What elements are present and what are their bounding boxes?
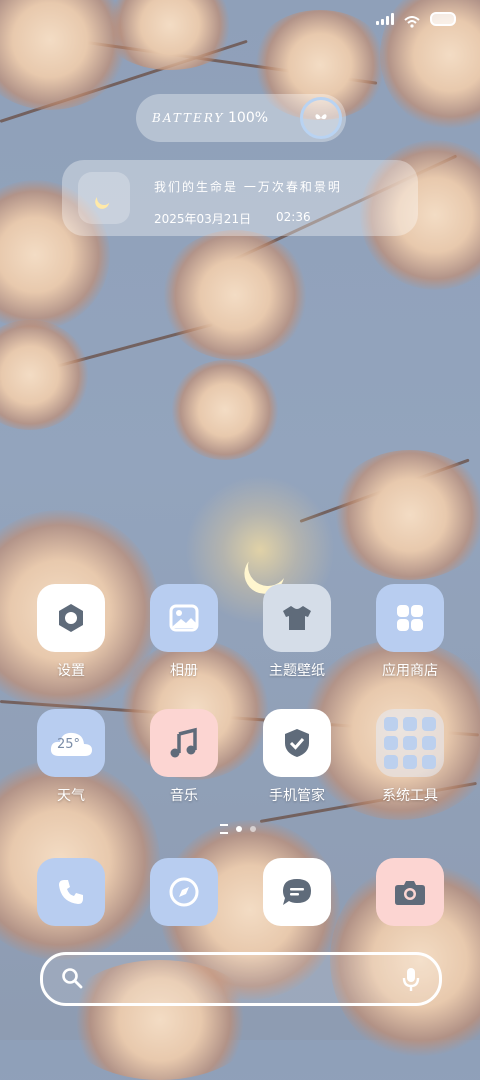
music-icon bbox=[150, 709, 218, 777]
app-security[interactable]: 手机管家 bbox=[252, 709, 342, 805]
battery-widget[interactable]: BATTERY 100% bbox=[136, 94, 346, 142]
system-tools-folder bbox=[376, 709, 444, 777]
app-music[interactable]: 音乐 bbox=[139, 709, 229, 805]
search-bar[interactable] bbox=[40, 952, 442, 1006]
app-label: 主题壁纸 bbox=[269, 663, 325, 679]
phone-icon[interactable] bbox=[37, 858, 105, 926]
app-label: 设置 bbox=[57, 663, 85, 679]
app-label: 系统工具 bbox=[382, 788, 438, 804]
app-settings[interactable]: 设置 bbox=[26, 584, 116, 680]
quote-date: 2025年03月21日 bbox=[154, 212, 252, 226]
wifi-icon bbox=[404, 13, 420, 28]
battery-ring-icon bbox=[300, 97, 342, 139]
quote-time: 02:36 bbox=[276, 210, 311, 224]
folder-system-tools[interactable]: 系统工具 bbox=[365, 709, 455, 805]
quote-text: 我们的生命是 一万次春和景明 bbox=[154, 180, 342, 194]
app-label: 相册 bbox=[170, 663, 198, 679]
camera-icon[interactable] bbox=[376, 858, 444, 926]
page-dot-active bbox=[236, 826, 242, 832]
battery-percent: 100% bbox=[228, 110, 269, 126]
weather-icon: 25° bbox=[37, 709, 105, 777]
page-dot bbox=[250, 826, 256, 832]
security-icon bbox=[263, 709, 331, 777]
status-bar bbox=[376, 12, 456, 28]
app-theme[interactable]: 主题壁纸 bbox=[252, 584, 342, 680]
app-label: 应用商店 bbox=[382, 663, 438, 679]
signal-icon bbox=[376, 13, 394, 25]
battery-icon bbox=[430, 12, 456, 26]
battery-label: BATTERY bbox=[152, 111, 225, 125]
app-label: 手机管家 bbox=[269, 788, 325, 804]
messages-icon[interactable] bbox=[263, 858, 331, 926]
app-weather[interactable]: 25° 天气 bbox=[26, 709, 116, 805]
gallery-icon bbox=[150, 584, 218, 652]
quote-widget[interactable]: 我们的生命是 一万次春和景明 2025年03月21日 02:36 bbox=[62, 160, 418, 236]
app-store[interactable]: 应用商店 bbox=[365, 584, 455, 680]
settings-icon bbox=[37, 584, 105, 652]
app-store-icon bbox=[376, 584, 444, 652]
search-icon[interactable] bbox=[61, 967, 83, 993]
app-label: 音乐 bbox=[170, 788, 198, 804]
microphone-icon[interactable] bbox=[401, 966, 421, 996]
moon-icon bbox=[78, 172, 130, 224]
app-gallery[interactable]: 相册 bbox=[139, 584, 229, 680]
weather-temp: 25° bbox=[57, 737, 81, 752]
theme-icon bbox=[263, 584, 331, 652]
page-indicator[interactable] bbox=[220, 824, 256, 834]
menu-icon bbox=[220, 824, 228, 834]
browser-icon[interactable] bbox=[150, 858, 218, 926]
app-label: 天气 bbox=[57, 788, 85, 804]
